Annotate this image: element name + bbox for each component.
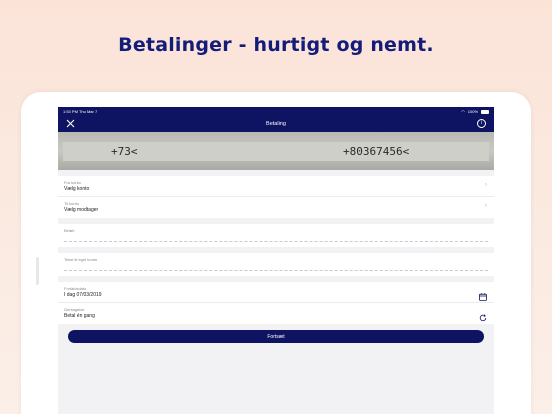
chevron-right-icon: ›	[485, 182, 487, 188]
from-account-row[interactable]: Fra konto Vælg konto ›	[58, 176, 494, 197]
to-account-value: Vælg modtager	[64, 207, 99, 213]
info-icon[interactable]: i	[477, 119, 486, 128]
repeat-label: Gentagelse	[64, 307, 85, 312]
amount-section: Beløb	[58, 224, 494, 247]
date-section: Forfaldsdato I dag 07/03/2019 Gentagelse…	[58, 282, 494, 324]
from-account-value: Vælg konto	[64, 186, 90, 192]
amount-input-line	[64, 241, 488, 242]
camera-scanner-preview: +73< +80367456<	[58, 132, 494, 170]
scanned-strip: +73< +80367456<	[63, 142, 489, 161]
own-text-field[interactable]: Tekst til eget konto	[58, 253, 494, 276]
battery-level: 100%	[467, 109, 478, 114]
own-text-label: Tekst til eget konto	[64, 257, 98, 262]
calendar-icon[interactable]	[479, 288, 487, 301]
status-bar: 1:53 PM Thu Mar 7 ◠ 100%	[58, 107, 494, 116]
repeat-icon[interactable]	[479, 309, 487, 322]
status-time: 1:53 PM Thu Mar 7	[63, 109, 98, 114]
repeat-value: Betal én gang	[64, 313, 95, 319]
from-account-label: Fra konto	[64, 180, 81, 185]
app-screen: 1:53 PM Thu Mar 7 ◠ 100% Betaling i +73<…	[58, 107, 494, 414]
chevron-right-icon: ›	[485, 203, 487, 209]
text-section: Tekst til eget konto	[58, 253, 494, 276]
wifi-icon: ◠	[461, 109, 465, 114]
scanned-code-left: +73<	[111, 145, 138, 158]
due-date-label: Forfaldsdato	[64, 286, 87, 291]
battery-icon	[481, 109, 489, 114]
repeat-row[interactable]: Gentagelse Betal én gang	[58, 303, 494, 324]
to-account-row[interactable]: Til konto Vælg modtager ›	[58, 197, 494, 218]
due-date-row[interactable]: Forfaldsdato I dag 07/03/2019	[58, 282, 494, 303]
marketing-headline: Betalinger - hurtigt og nemt.	[118, 34, 434, 56]
status-indicators: ◠ 100%	[461, 109, 489, 114]
tablet-side-button	[36, 257, 39, 285]
continue-button[interactable]: Fortsæt	[68, 330, 484, 343]
amount-field[interactable]: Beløb	[58, 224, 494, 247]
to-account-label: Til konto	[64, 201, 79, 206]
account-section: Fra konto Vælg konto › Til konto Vælg mo…	[58, 176, 494, 218]
amount-label: Beløb	[64, 228, 75, 233]
due-date-value: I dag 07/03/2019	[64, 292, 102, 298]
scanned-code-right: +80367456<	[343, 145, 410, 158]
close-icon[interactable]	[66, 119, 76, 129]
nav-title: Betaling	[266, 121, 286, 127]
own-text-input-line	[64, 270, 488, 271]
nav-bar: Betaling i	[58, 116, 494, 132]
